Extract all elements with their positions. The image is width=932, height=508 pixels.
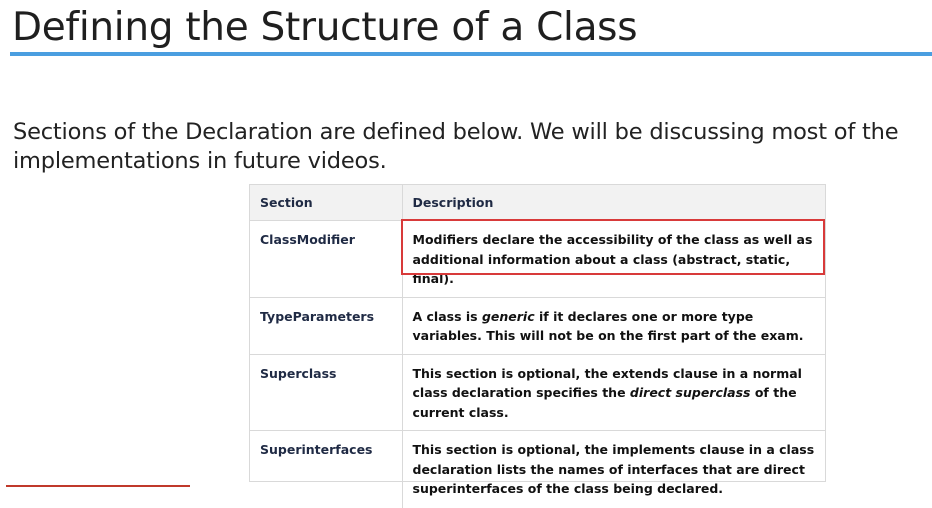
section-cell: Superinterfaces	[250, 430, 403, 508]
description-text: This section is optional, the extends cl…	[413, 364, 816, 423]
column-header-description: Description	[402, 185, 825, 221]
description-cell: This section is optional, the extends cl…	[402, 354, 825, 431]
bottom-accent-line	[6, 485, 190, 487]
declaration-sections-table-container: Section Description ClassModifier Modifie…	[249, 184, 826, 508]
column-header-section: Section	[250, 185, 403, 221]
intro-text: Sections of the Declaration are defined …	[13, 119, 899, 174]
description-text: A class is generic if it declares one or…	[413, 307, 816, 346]
description-cell: Modifiers declare the accessibility of t…	[402, 220, 825, 298]
table-row: TypeParameters A class is generic if it d…	[250, 297, 825, 355]
declaration-sections-table: Section Description ClassModifier Modifie…	[250, 185, 825, 508]
table-row: ClassModifier Modifiers declare the acces…	[250, 220, 825, 298]
description-cell: A class is generic if it declares one or…	[402, 297, 825, 355]
section-cell: TypeParameters	[250, 297, 403, 355]
table-body: ClassModifier Modifiers declare the acces…	[250, 220, 825, 508]
table-row: Superinterfaces This section is optional,…	[250, 430, 825, 508]
description-text: Modifiers declare the accessibility of t…	[413, 230, 816, 289]
description-text: This section is optional, the implements…	[413, 440, 816, 499]
description-cell: This section is optional, the implements…	[402, 431, 825, 508]
description-segment: Modifiers declare the accessibility of t…	[412, 232, 813, 286]
table-row: Superclass This section is optional, the …	[250, 354, 825, 431]
section-cell: Superclass	[250, 354, 403, 431]
description-segment: A class is	[412, 308, 482, 324]
title-underline	[10, 52, 932, 56]
slide-title: Defining the Structure of a Class	[12, 5, 638, 50]
section-cell: ClassModifier	[250, 220, 403, 298]
table-header-row: Section Description	[250, 185, 825, 221]
emphasized-term: generic	[481, 308, 535, 324]
emphasized-term: direct superclass	[629, 385, 751, 400]
